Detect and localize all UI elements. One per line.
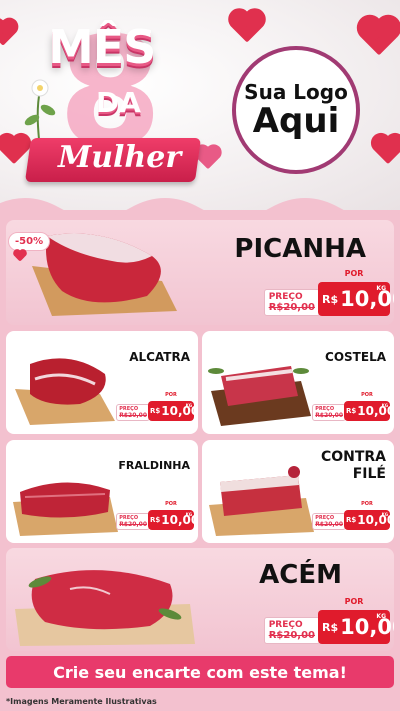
- heart-icon: [373, 135, 400, 165]
- product-name-costela: COSTELA: [325, 350, 386, 364]
- new-price-label: POR: [361, 392, 373, 398]
- logo-placeholder[interactable]: Sua Logo Aqui: [232, 46, 360, 174]
- unit-label: KG: [381, 403, 388, 408]
- new-price-value: 10,00: [161, 513, 198, 527]
- price-block-picanha: PREÇO R$20,00 POR R$ 10,00 KG: [263, 269, 394, 316]
- currency-symbol: R$: [150, 407, 161, 415]
- product-card-alcatra[interactable]: ALCATRA PREÇO R$20,00 POR R$ 10,00 KG: [6, 331, 198, 434]
- price-block-alcatra: PREÇO R$20,00 POR R$ 10,00 KG: [116, 392, 198, 421]
- title-da: DA: [96, 86, 141, 119]
- heart-icon: [231, 11, 263, 43]
- new-price-tag: POR R$ 10,00 KG: [344, 392, 394, 421]
- new-price-value: 10,00: [357, 404, 394, 418]
- currency-symbol: R$: [150, 516, 161, 524]
- new-price-tag: POR R$ 10,00 KG: [148, 392, 198, 421]
- costela-image: [208, 366, 311, 426]
- contra-file-image: [209, 466, 314, 536]
- currency-symbol: R$: [346, 516, 357, 524]
- heart-icon: [360, 18, 398, 56]
- heart-icon: [196, 146, 220, 170]
- fraldinha-image: [13, 482, 118, 536]
- currency-symbol: R$: [346, 407, 357, 415]
- product-card-costela[interactable]: COSTELA PREÇO R$20,00 POR R$ 10,00 KG: [202, 331, 394, 434]
- old-price-tag: PREÇO R$20,00: [263, 289, 320, 316]
- old-price-tag: PREÇO R$20,00: [312, 404, 346, 421]
- old-price-tag: PREÇO R$20,00: [312, 513, 346, 530]
- logo-text-line2: Aqui: [252, 101, 340, 142]
- acem-image: [15, 570, 195, 646]
- unit-label: KG: [376, 285, 386, 292]
- cta-button[interactable]: Crie seu encarte com este tema!: [6, 656, 394, 688]
- title-mes: MÊS: [48, 20, 156, 74]
- new-price-tag: POR R$ 10,00 KG: [318, 269, 394, 316]
- new-price-value: 10,00: [161, 404, 198, 418]
- old-price-tag: PREÇO R$20,00: [116, 404, 150, 421]
- name-line2: FILÉ: [352, 465, 386, 482]
- name-line1: CONTRA: [320, 449, 386, 465]
- unit-label: KG: [376, 613, 386, 620]
- new-price-label: POR: [344, 597, 364, 606]
- old-price-label: PREÇO: [268, 620, 303, 630]
- product-card-acem[interactable]: ACÉM PREÇO R$20,00 POR R$ 10,00 KG: [6, 548, 394, 651]
- old-price-tag: PREÇO R$20,00: [116, 513, 150, 530]
- new-price-tag: POR R$ 10,00 KG: [318, 597, 394, 644]
- product-card-contra-file[interactable]: CONTRA FILÉ PREÇO R$20,00 POR R$ 10,00 K…: [202, 440, 394, 543]
- unit-label: KG: [185, 512, 192, 517]
- new-price-label: POR: [344, 269, 364, 278]
- new-price-tag: POR R$ 10,00 KG: [148, 501, 198, 530]
- old-price-value: R$20,00: [268, 302, 315, 313]
- alcatra-image: [15, 358, 115, 425]
- old-price-value: R$20,00: [315, 521, 343, 528]
- unit-label: KG: [185, 403, 192, 408]
- new-price-tag: POR R$ 10,00 KG: [344, 501, 394, 530]
- heart-icon: [0, 20, 16, 46]
- old-price-tag: PREÇO R$20,00: [263, 617, 320, 644]
- currency-symbol: R$: [322, 292, 339, 306]
- discount-badge: -50%: [8, 232, 51, 251]
- new-price-label: POR: [361, 501, 373, 507]
- product-name-alcatra: ALCATRA: [129, 350, 190, 364]
- product-card-picanha[interactable]: PICANHA PREÇO R$20,00 POR R$ 10,00 KG: [6, 220, 394, 325]
- old-price-value: R$20,00: [119, 412, 147, 419]
- product-name-contra-file: CONTRA FILÉ: [321, 449, 386, 483]
- price-block-contra-file: PREÇO R$20,00 POR R$ 10,00 KG: [312, 501, 394, 530]
- new-price-label: POR: [165, 392, 177, 398]
- old-price-value: R$20,00: [315, 412, 343, 419]
- old-price-value: R$20,00: [268, 630, 315, 641]
- unit-label: KG: [381, 512, 388, 517]
- price-block-costela: PREÇO R$20,00 POR R$ 10,00 KG: [312, 392, 394, 421]
- header-banner: 8 MÊS DA Mulher Sua Logo Aqui: [0, 0, 400, 210]
- new-price-label: POR: [165, 501, 177, 507]
- product-card-fraldinha[interactable]: FRALDINHA PREÇO R$20,00 POR R$ 10,00 KG: [6, 440, 198, 543]
- product-name-acem: ACÉM: [259, 560, 342, 590]
- title-mulher: Mulher: [58, 140, 182, 175]
- old-price-label: PREÇO: [268, 292, 303, 302]
- product-name-picanha: PICANHA: [234, 234, 366, 264]
- currency-symbol: R$: [322, 620, 339, 634]
- new-price-value: 10,00: [357, 513, 394, 527]
- price-block-acem: PREÇO R$20,00 POR R$ 10,00 KG: [263, 597, 394, 644]
- product-name-fraldinha: FRALDINHA: [118, 459, 190, 472]
- price-block-fraldinha: PREÇO R$20,00 POR R$ 10,00 KG: [116, 501, 198, 530]
- old-price-value: R$20,00: [119, 521, 147, 528]
- footnote: *Imagens Meramente Ilustrativas: [6, 697, 157, 706]
